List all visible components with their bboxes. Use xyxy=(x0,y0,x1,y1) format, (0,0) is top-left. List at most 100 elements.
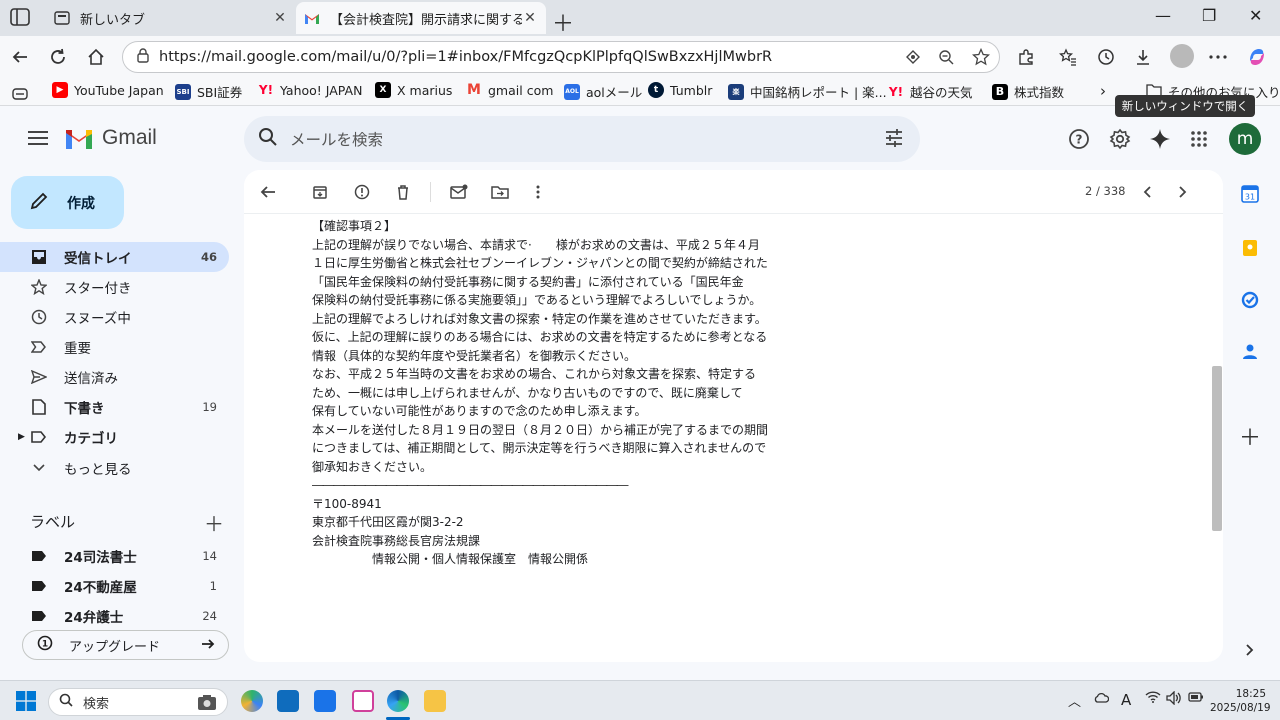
scrollbar-thumb[interactable] xyxy=(1212,366,1222,531)
file-explorer-icon[interactable] xyxy=(424,690,446,712)
download-icon[interactable] xyxy=(1131,45,1155,69)
back-to-inbox-icon[interactable] xyxy=(258,182,278,202)
restore-icon[interactable]: ❐ xyxy=(1202,6,1216,25)
archive-icon[interactable] xyxy=(310,182,330,202)
bookmark-youtube[interactable]: ▶ YouTube Japan xyxy=(52,82,164,98)
favorite-star-icon[interactable] xyxy=(971,47,991,70)
bookmark-weather[interactable]: Y! 越谷の天気 xyxy=(888,82,973,101)
widgets-icon[interactable] xyxy=(241,690,263,712)
tab-actions-icon[interactable] xyxy=(10,8,32,28)
tab-gmail[interactable]: 【会計検査院】開示請求に関する御連絡 ✕ xyxy=(296,2,546,34)
close-tab-icon[interactable]: ✕ xyxy=(272,10,288,26)
move-to-icon[interactable] xyxy=(490,182,510,202)
profile-avatar[interactable] xyxy=(1170,44,1194,68)
bookmark-tumblr[interactable]: t Tumblr xyxy=(648,82,712,98)
favorites-icon[interactable] xyxy=(1056,45,1080,69)
label-item[interactable]: 24司法書士 14 xyxy=(0,541,229,571)
more-actions-icon[interactable] xyxy=(528,182,548,202)
close-tab-icon[interactable]: ✕ xyxy=(522,10,538,26)
nav-categories[interactable]: ▶ カテゴリ xyxy=(0,422,229,452)
reading-mode-icon[interactable] xyxy=(12,85,28,104)
calendar-icon[interactable]: 31 xyxy=(1240,184,1260,204)
snipping-tool-icon[interactable] xyxy=(352,690,374,712)
onedrive-icon[interactable] xyxy=(1093,691,1110,707)
wifi-icon[interactable] xyxy=(1145,691,1161,707)
extensions-icon[interactable] xyxy=(1014,45,1038,69)
side-panel-chevron-icon[interactable] xyxy=(1240,640,1260,660)
label-item[interactable]: 24不動産屋 1 xyxy=(0,571,229,601)
volume-icon[interactable] xyxy=(1166,690,1182,709)
new-tab-button[interactable]: ＋ xyxy=(552,6,574,38)
delete-icon[interactable] xyxy=(393,182,413,202)
add-label-icon[interactable]: ＋ xyxy=(204,508,224,537)
bookmark-aol[interactable]: AOL aolメール xyxy=(564,82,642,101)
home-icon[interactable] xyxy=(84,45,108,69)
back-icon[interactable] xyxy=(8,45,32,69)
outlook-icon[interactable] xyxy=(277,690,299,712)
bookmark-index[interactable]: B 株式指数 xyxy=(992,82,1064,101)
nav-starred[interactable]: スター付き xyxy=(0,272,229,302)
label-item[interactable]: 24弁護士 24 xyxy=(0,601,229,631)
gemini-sparkle-icon[interactable] xyxy=(1148,127,1172,151)
keep-icon[interactable] xyxy=(1240,238,1260,258)
nav-important[interactable]: 重要 xyxy=(0,332,229,362)
nav-more[interactable]: もっと見る xyxy=(0,453,229,483)
tab-new-tab[interactable]: 新しいタブ ✕ xyxy=(46,2,296,34)
more-menu-icon[interactable] xyxy=(1206,45,1230,69)
search-icon[interactable] xyxy=(258,127,278,151)
mail-search-bar[interactable]: メールを検索 xyxy=(244,116,920,162)
nav-label: 受信トレイ xyxy=(64,251,132,267)
bookmark-sbi[interactable]: SBI SBI証券 xyxy=(175,82,242,101)
rakuten-icon: 楽 xyxy=(728,83,744,100)
main-menu-icon[interactable] xyxy=(28,130,48,149)
compose-button[interactable]: 作成 xyxy=(11,176,124,229)
report-spam-icon[interactable] xyxy=(352,182,372,202)
ime-indicator[interactable]: A xyxy=(1121,691,1131,709)
compose-label: 作成 xyxy=(67,195,95,212)
bookmarks-more-chevron-icon[interactable]: › xyxy=(1100,82,1106,100)
tray-overflow-icon[interactable]: ︿ xyxy=(1068,691,1081,710)
help-icon[interactable]: ? xyxy=(1067,127,1091,151)
account-avatar[interactable]: m xyxy=(1229,123,1261,155)
nav-inbox[interactable]: 受信トレイ 46 xyxy=(0,242,229,272)
nav-drafts[interactable]: 下書き 19 xyxy=(0,392,229,422)
message-toolbar: 2 / 338 xyxy=(244,170,1223,214)
close-window-icon[interactable]: ✕ xyxy=(1249,6,1262,25)
edge-icon[interactable] xyxy=(387,690,409,712)
site-info-icon[interactable] xyxy=(135,47,151,67)
minimize-icon[interactable]: — xyxy=(1155,6,1171,25)
upgrade-label: アップグレード xyxy=(69,639,161,655)
settings-gear-icon[interactable] xyxy=(1108,127,1132,151)
mail-app-icon[interactable] xyxy=(314,690,336,712)
history-icon[interactable] xyxy=(1094,45,1118,69)
address-bar[interactable]: https://mail.google.com/mail/u/0/?pli=1#… xyxy=(122,41,1000,73)
nav-sent[interactable]: 送信済み xyxy=(0,362,229,392)
tasks-icon[interactable] xyxy=(1240,290,1260,310)
tracking-icon[interactable] xyxy=(905,49,921,69)
system-clock[interactable]: 18:25 2025/08/19 xyxy=(1210,687,1271,715)
bookmark-gmail[interactable]: M gmail com xyxy=(466,82,553,98)
copilot-icon[interactable] xyxy=(1245,45,1269,69)
new-window-tooltip: 新しいウィンドウで開く xyxy=(1115,95,1255,117)
battery-icon[interactable] xyxy=(1188,691,1204,707)
reload-icon[interactable] xyxy=(46,45,70,69)
bookmark-rakuten[interactable]: 楽 中国銘柄レポート | 楽... xyxy=(728,82,887,101)
svg-text:31: 31 xyxy=(1245,193,1255,202)
older-chevron-icon[interactable] xyxy=(1173,182,1193,202)
body-line: 上記の理解が誤りでない場合、本請求で· 様がお求めの文書は、平成２５年４月 xyxy=(312,237,760,252)
search-options-icon[interactable] xyxy=(884,128,904,152)
taskbar-search[interactable]: 検索 xyxy=(48,688,228,716)
add-app-icon[interactable]: ＋ xyxy=(1239,426,1261,451)
newer-chevron-icon[interactable] xyxy=(1137,182,1157,202)
contacts-icon[interactable] xyxy=(1240,342,1260,362)
zoom-icon[interactable] xyxy=(938,49,954,69)
windows-start-icon[interactable] xyxy=(16,691,36,715)
nav-snoozed[interactable]: スヌーズ中 xyxy=(0,302,229,332)
mark-unread-icon[interactable] xyxy=(449,182,469,202)
upgrade-button[interactable]: 1 アップグレード xyxy=(22,630,229,660)
apps-grid-icon[interactable] xyxy=(1187,127,1211,151)
gmail-logo[interactable]: Gmail xyxy=(64,126,157,150)
bookmark-yahoo[interactable]: Y! Yahoo! JAPAN xyxy=(258,82,363,98)
expand-arrow-icon[interactable]: ▶ xyxy=(18,432,25,442)
bookmark-x[interactable]: X X marius xyxy=(375,82,452,98)
